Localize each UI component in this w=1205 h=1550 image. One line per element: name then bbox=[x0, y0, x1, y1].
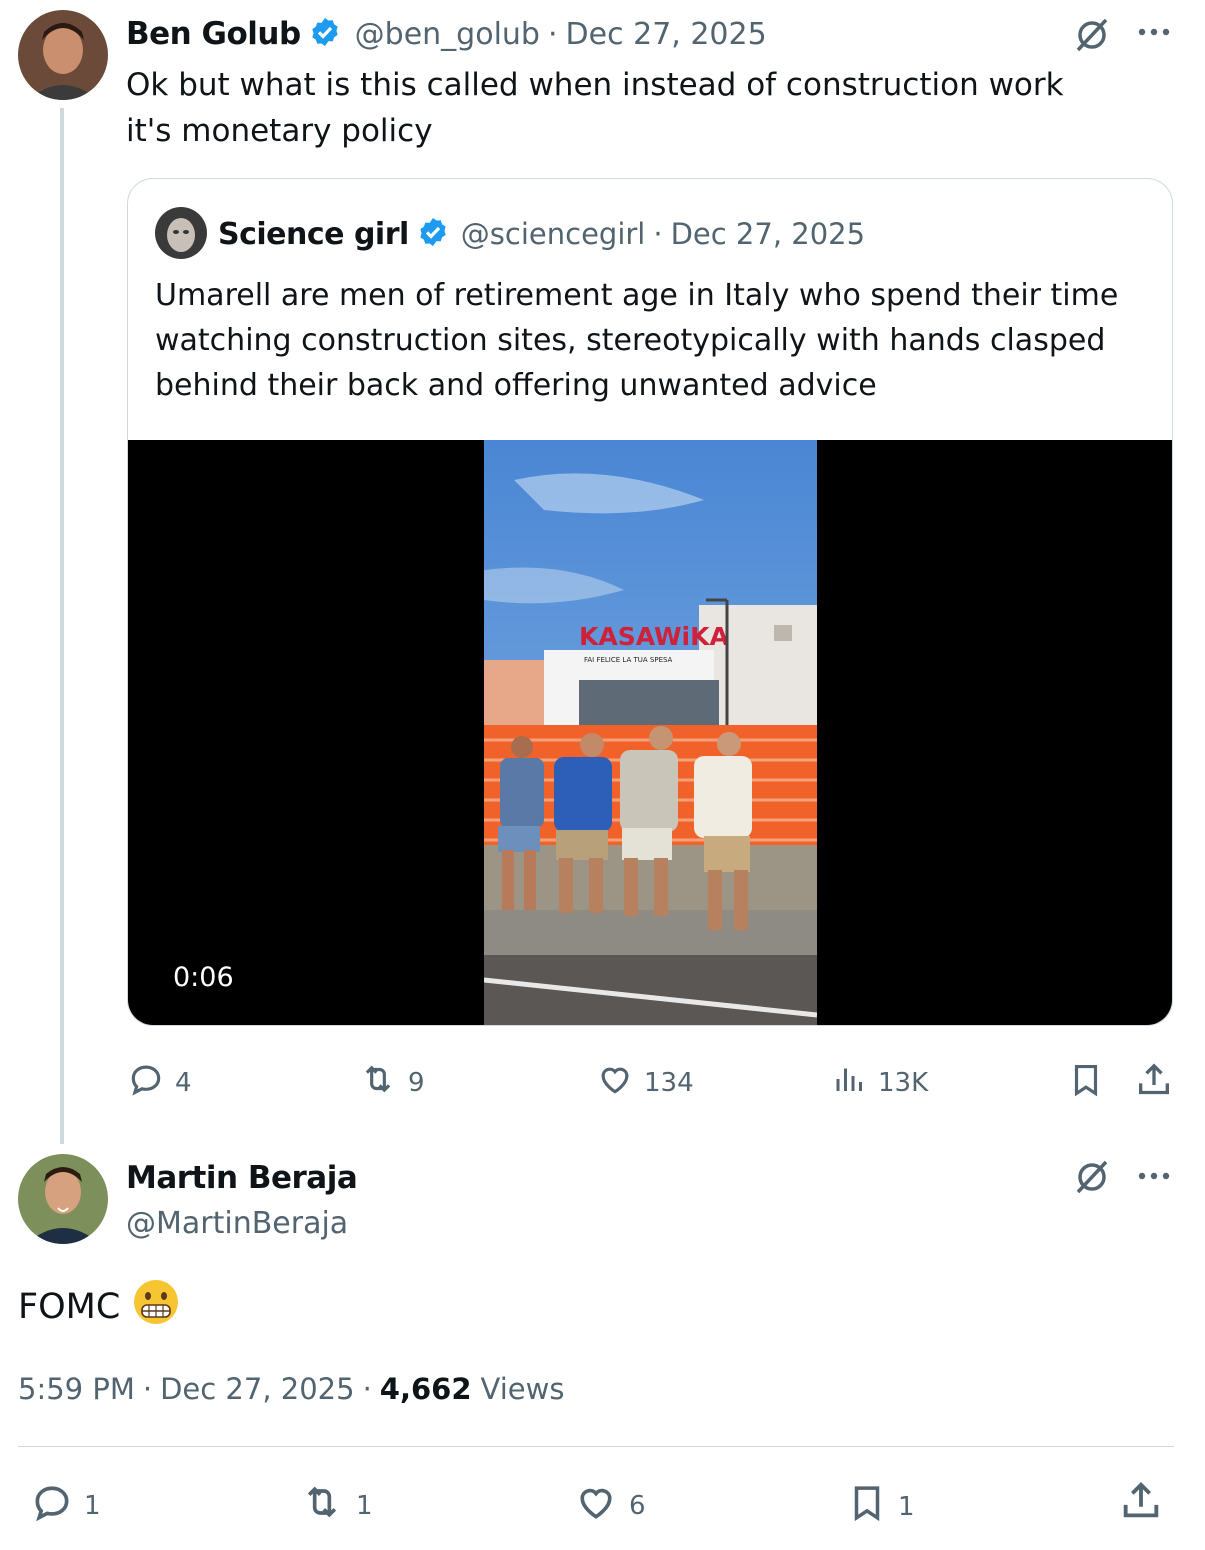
like-icon bbox=[596, 1060, 634, 1105]
reply-count: 4 bbox=[175, 1067, 192, 1098]
views-count: 13K bbox=[878, 1067, 929, 1098]
bookmark-icon[interactable] bbox=[1067, 1060, 1105, 1104]
verified-icon bbox=[417, 216, 449, 252]
avatar-ben-golub[interactable] bbox=[18, 10, 108, 100]
separator: · bbox=[142, 1372, 153, 1406]
quoted-author-name[interactable]: Science girl bbox=[218, 217, 409, 252]
parent-tweet-text: Ok but what is this called when instead … bbox=[126, 67, 1064, 149]
reply-icon bbox=[30, 1480, 74, 1531]
avatar-martin-beraja[interactable] bbox=[18, 1154, 108, 1244]
like-count: 134 bbox=[644, 1067, 694, 1098]
reply-action[interactable]: 1 bbox=[30, 1480, 101, 1531]
reply-icon bbox=[127, 1060, 165, 1105]
like-icon bbox=[573, 1480, 619, 1531]
store-sign-subtext: FAI FELICE LA TUA SPESA bbox=[584, 656, 673, 664]
repost-action[interactable]: 1 bbox=[298, 1480, 373, 1531]
views-label: Views bbox=[480, 1372, 565, 1406]
share-icon[interactable] bbox=[1118, 1478, 1164, 1528]
views-action[interactable]: 13K bbox=[832, 1060, 928, 1105]
divider bbox=[18, 1446, 1174, 1447]
repost-count: 9 bbox=[408, 1067, 425, 1098]
quoted-author-handle[interactable]: @sciencegirl bbox=[461, 217, 646, 251]
main-author-name[interactable]: Martin Beraja bbox=[126, 1160, 358, 1196]
main-author-handle[interactable]: @MartinBeraja bbox=[126, 1206, 348, 1241]
separator: · bbox=[653, 217, 663, 251]
parent-tweet-header: Ben Golub @ben_golub · Dec 27, 2025 bbox=[126, 14, 767, 54]
video-frame: KASAWiKA FAI FELICE LA TUA SPESA bbox=[484, 440, 817, 1025]
views-icon bbox=[832, 1060, 868, 1105]
like-action[interactable]: 6 bbox=[573, 1480, 646, 1531]
store-sign: KASAWiKA bbox=[579, 622, 729, 651]
verified-icon bbox=[309, 16, 341, 52]
grok-icon[interactable] bbox=[1072, 14, 1112, 54]
like-count: 6 bbox=[629, 1490, 646, 1521]
quoted-tweet-date[interactable]: Dec 27, 2025 bbox=[671, 217, 865, 251]
video-player[interactable]: KASAWiKA FAI FELICE LA TUA SPESA 0:06 bbox=[128, 440, 1172, 1025]
bookmark-action[interactable]: 1 bbox=[846, 1480, 915, 1533]
bookmark-count: 1 bbox=[898, 1491, 915, 1522]
like-action[interactable]: 134 bbox=[596, 1060, 694, 1105]
tweet-date[interactable]: Dec 27, 2025 bbox=[160, 1372, 354, 1406]
quoted-tweet-card[interactable]: Science girl @sciencegirl · Dec 27, 2025… bbox=[127, 178, 1173, 1026]
tweet-date[interactable]: Dec 27, 2025 bbox=[566, 17, 767, 52]
main-tweet-text: FOMC 😬 bbox=[18, 1278, 180, 1335]
main-tweet-body: FOMC bbox=[18, 1286, 121, 1327]
views-count: 4,662 bbox=[379, 1372, 472, 1406]
grimacing-emoji-icon bbox=[132, 1278, 180, 1335]
repost-icon bbox=[358, 1060, 398, 1105]
thread-line bbox=[60, 108, 64, 1144]
author-name[interactable]: Ben Golub bbox=[126, 16, 301, 52]
quoted-tweet-text: Umarell are men of retirement age in Ita… bbox=[155, 278, 1119, 403]
repost-action[interactable]: 9 bbox=[358, 1060, 425, 1105]
tweet-meta: 5:59 PM · Dec 27, 2025 · 4,662 Views bbox=[18, 1372, 564, 1406]
tweet-time[interactable]: 5:59 PM bbox=[18, 1372, 135, 1406]
repost-icon bbox=[298, 1480, 346, 1531]
repost-count: 1 bbox=[356, 1490, 373, 1521]
more-icon[interactable] bbox=[1136, 1164, 1172, 1188]
share-icon[interactable] bbox=[1134, 1060, 1174, 1104]
separator: · bbox=[362, 1372, 372, 1406]
more-icon[interactable] bbox=[1136, 20, 1172, 44]
reply-action[interactable]: 4 bbox=[127, 1060, 192, 1105]
grok-icon[interactable] bbox=[1072, 1156, 1112, 1196]
author-handle[interactable]: @ben_golub bbox=[355, 17, 540, 52]
separator: · bbox=[547, 16, 558, 52]
avatar-science-girl[interactable] bbox=[155, 207, 207, 259]
quoted-tweet-header: Science girl @sciencegirl · Dec 27, 2025 bbox=[218, 214, 865, 254]
bookmark-icon bbox=[846, 1480, 888, 1533]
reply-count: 1 bbox=[84, 1490, 101, 1521]
video-duration: 0:06 bbox=[173, 962, 234, 993]
